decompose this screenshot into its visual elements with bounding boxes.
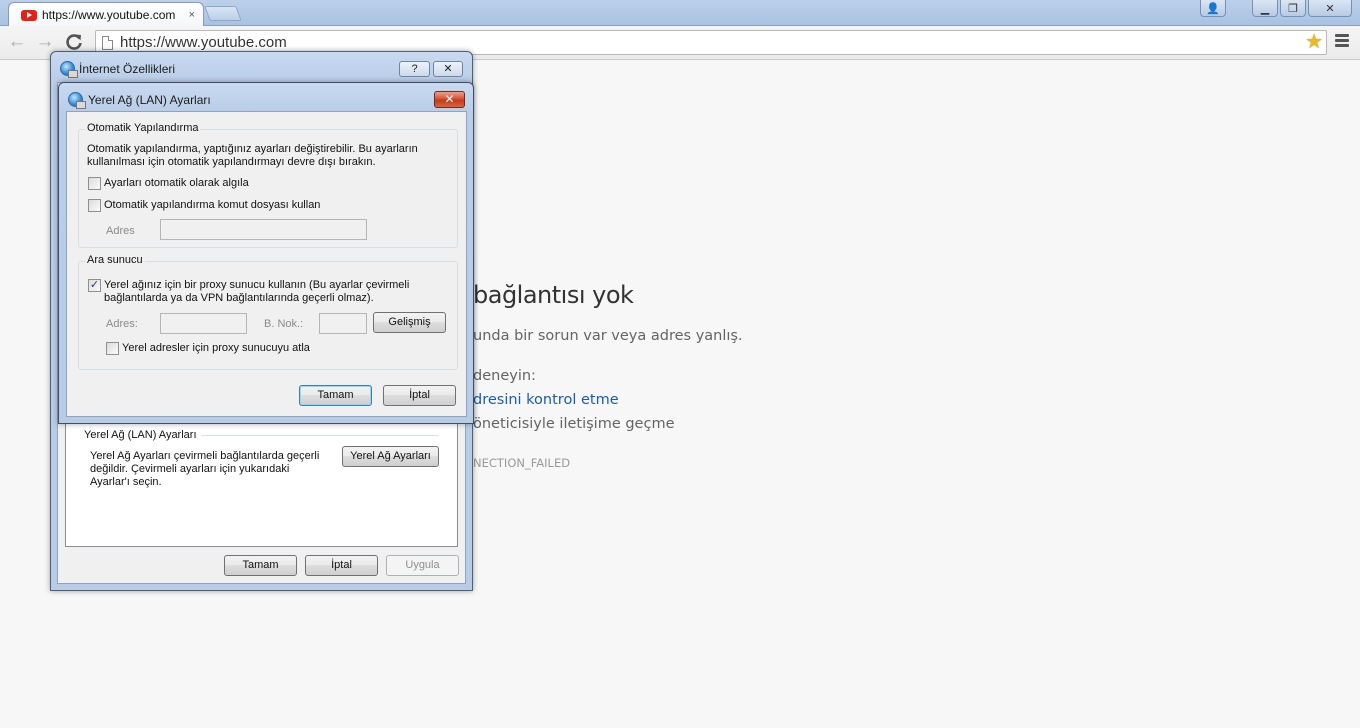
back-arrow-icon[interactable]: ← xyxy=(6,32,28,54)
lan-cancel-button[interactable]: İptal xyxy=(383,385,456,406)
help-button[interactable]: ? xyxy=(399,61,430,77)
tab-title: https://www.youtube.com xyxy=(42,8,176,22)
lan-settings-dialog: Yerel Ağ (LAN) Ayarları ✕ Otomatik Yapıl… xyxy=(58,82,474,424)
script-address-field[interactable] xyxy=(160,219,367,240)
apply-button[interactable]: Uygula xyxy=(386,555,459,576)
bookmark-star-icon[interactable]: ★ xyxy=(1305,29,1323,54)
auto-detect-checkbox[interactable]: Ayarları otomatik olarak algıla xyxy=(88,177,249,190)
auto-script-box[interactable] xyxy=(88,199,101,212)
use-proxy-label: Yerel ağınız için bir proxy sunucu kulla… xyxy=(104,279,410,304)
window-controls: 👤 ▁ ❐ ✕ xyxy=(1200,0,1352,17)
auto-detect-label: Ayarları otomatik olarak algıla xyxy=(104,177,249,189)
reload-arrow-icon xyxy=(66,34,82,50)
chrome-menu-icon[interactable] xyxy=(1335,34,1349,49)
lan-settings-button[interactable]: Yerel Ağ Ayarları xyxy=(342,446,439,467)
lan-ok-button[interactable]: Tamam xyxy=(299,385,372,406)
bypass-local-label: Yerel adresler için proxy sunucuyu atla xyxy=(122,342,310,354)
dialog-title: İnternet Özellikleri xyxy=(79,62,176,76)
lan-dialog-title: Yerel Ağ (LAN) Ayarları xyxy=(88,93,211,107)
auto-config-description: Otomatik yapılandırma, yaptığınız ayarla… xyxy=(87,143,418,168)
auto-script-label: Otomatik yapılandırma komut dosyası kull… xyxy=(104,199,321,211)
tab-strip: https://www.youtube.com × 👤 ▁ ❐ ✕ xyxy=(0,0,1360,27)
proxy-address-label: Adres: xyxy=(106,318,138,330)
auto-config-group: Otomatik Yapılandırma Otomatik yapılandı… xyxy=(78,122,458,248)
proxy-port-label: B. Nok.: xyxy=(264,318,304,330)
cancel-button[interactable]: İptal xyxy=(305,555,378,576)
auto-config-legend: Otomatik Yapılandırma xyxy=(85,122,201,134)
tab-page: Yerel Ağ (LAN) Ayarları Yerel Ağ Ayarlar… xyxy=(65,423,458,547)
lan-close-button[interactable]: ✕ xyxy=(434,91,465,108)
ok-button[interactable]: Tamam xyxy=(224,555,297,576)
bypass-local-box[interactable] xyxy=(106,342,119,355)
address-url[interactable]: https://www.youtube.com xyxy=(120,34,287,51)
error-title: bağlantısı yok xyxy=(473,281,634,309)
proxy-legend: Ara sunucu xyxy=(85,254,145,266)
contact-admin-text: öneticisiyle iletişime geçme xyxy=(473,416,675,432)
lan-section-legend: Yerel Ağ (LAN) Ayarları xyxy=(84,429,197,441)
advanced-button[interactable]: Gelişmiş xyxy=(373,312,446,333)
error-code: NECTION_FAILED xyxy=(473,456,571,470)
use-proxy-checkbox[interactable]: ✓ Yerel ağınız için bir proxy sunucu kul… xyxy=(88,279,414,305)
bypass-local-checkbox[interactable]: Yerel adresler için proxy sunucuyu atla xyxy=(106,342,310,355)
user-icon[interactable]: 👤 xyxy=(1200,0,1226,17)
error-try-label: deneyin: xyxy=(473,368,536,384)
internet-globe-icon xyxy=(60,61,78,78)
proxy-port-field[interactable] xyxy=(319,313,367,334)
lan-globe-icon xyxy=(68,92,86,109)
check-address-link[interactable]: dresini kontrol etme xyxy=(473,392,619,408)
dialog-close-button[interactable]: ✕ xyxy=(433,61,463,77)
youtube-favicon-icon xyxy=(21,9,37,21)
auto-detect-box[interactable] xyxy=(88,177,101,190)
proxy-group: Ara sunucu ✓ Yerel ağınız için bir proxy… xyxy=(78,254,458,370)
auto-script-checkbox[interactable]: Otomatik yapılandırma komut dosyası kull… xyxy=(88,199,320,212)
proxy-address-field[interactable] xyxy=(160,313,247,334)
page-icon xyxy=(102,36,113,50)
window-close-button[interactable]: ✕ xyxy=(1308,0,1352,17)
minimize-button[interactable]: ▁ xyxy=(1252,0,1278,17)
restore-button[interactable]: ❐ xyxy=(1280,0,1306,17)
lan-dialog-client: Otomatik Yapılandırma Otomatik yapılandı… xyxy=(66,111,467,417)
use-proxy-box[interactable]: ✓ xyxy=(88,279,101,292)
error-description: unda bir sorun var veya adres yanlış. xyxy=(473,328,743,344)
tab-youtube[interactable]: https://www.youtube.com × xyxy=(8,2,204,27)
new-tab-button[interactable] xyxy=(204,6,242,21)
script-address-label: Adres xyxy=(106,225,135,237)
lan-section-description: Yerel Ağ Ayarları çevirmeli bağlantılard… xyxy=(90,450,320,488)
tab-close-icon[interactable]: × xyxy=(189,9,195,21)
lan-section-divider xyxy=(201,435,439,436)
